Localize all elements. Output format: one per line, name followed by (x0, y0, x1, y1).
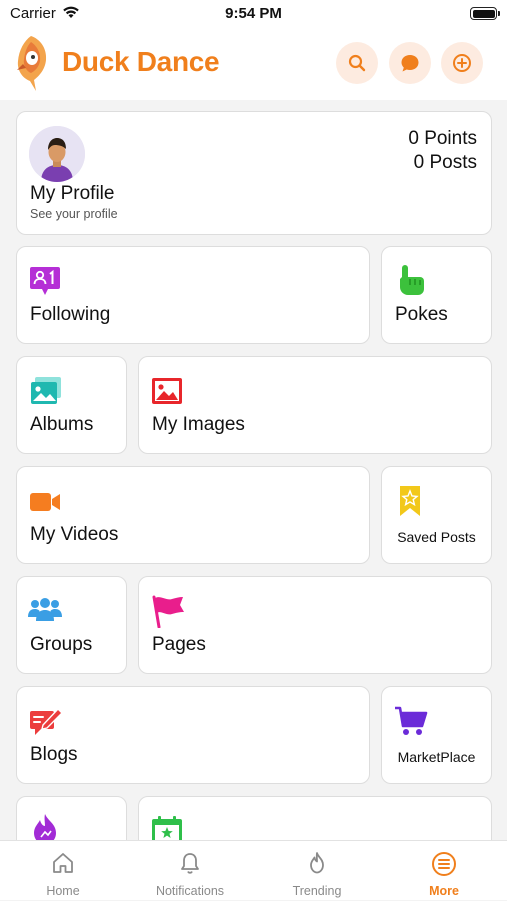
video-camera-icon (30, 493, 60, 511)
bell-icon (181, 853, 199, 874)
flame-icon (310, 852, 324, 874)
my-images-label: My Images (152, 414, 245, 435)
profile-subtitle: See your profile (30, 207, 118, 221)
add-circle-icon (453, 54, 471, 72)
menu-marketplace[interactable]: MarketPlace (381, 686, 492, 784)
user-avatar-icon (29, 126, 85, 182)
duck-logo-icon (17, 36, 47, 91)
pokes-label: Pokes (395, 304, 448, 325)
my-videos-label: My Videos (30, 524, 119, 545)
albums-icon (31, 377, 61, 404)
menu-saved-posts[interactable]: Saved Posts (381, 466, 492, 564)
menu-pokes[interactable]: Pokes (381, 246, 492, 344)
home-icon (53, 853, 73, 873)
create-post-button[interactable] (441, 42, 483, 84)
profile-card[interactable]: My Profile See your profile 0 Points 0 P… (16, 111, 492, 235)
following-label: Following (30, 304, 111, 325)
app-header: Duck Dance (0, 30, 507, 100)
bottom-tab-bar: Home Notifications Trending More (0, 840, 507, 900)
menu-my-images[interactable]: My Images (138, 356, 492, 454)
groups-label: Groups (30, 634, 93, 655)
more-menu-content: My Profile See your profile 0 Points 0 P… (0, 100, 507, 840)
menu-groups[interactable]: Groups (16, 576, 127, 674)
calendar-icon (152, 816, 182, 840)
pages-label: Pages (152, 634, 206, 655)
status-bar: Carrier 9:54 PM (0, 0, 507, 30)
tab-notifications-label: Notifications (155, 884, 225, 898)
poke-hand-icon (400, 265, 424, 295)
saved-posts-label: Saved Posts (397, 529, 476, 545)
albums-label: Albums (30, 414, 94, 435)
menu-events-item[interactable] (138, 796, 492, 840)
battery-icon (470, 7, 500, 20)
tab-trending-label: Trending (292, 884, 342, 898)
app-title: Duck Dance (62, 46, 220, 77)
chat-bubble-icon (401, 55, 419, 72)
points-count: 0 Points (408, 128, 477, 149)
search-icon (348, 54, 366, 72)
menu-icon (432, 852, 456, 876)
menu-pages[interactable]: Pages (138, 576, 492, 674)
menu-blogs[interactable]: Blogs (16, 686, 370, 784)
status-time: 9:54 PM (225, 5, 282, 22)
tab-home[interactable]: Home (0, 841, 126, 901)
blog-edit-icon (30, 707, 63, 735)
tab-more-label: More (429, 884, 459, 898)
groups-icon (28, 598, 62, 621)
marketplace-label: MarketPlace (397, 749, 476, 765)
menu-albums[interactable]: Albums (16, 356, 127, 454)
bookmark-icon (400, 486, 420, 516)
messages-button[interactable] (389, 42, 431, 84)
blogs-label: Blogs (30, 744, 78, 765)
flame-icon (34, 814, 56, 840)
tab-more[interactable]: More (381, 841, 507, 901)
posts-count: 0 Posts (413, 152, 477, 173)
flag-icon (152, 595, 184, 628)
tab-home-label: Home (46, 884, 80, 898)
menu-trending-item[interactable] (16, 796, 127, 840)
menu-my-videos[interactable]: My Videos (16, 466, 370, 564)
menu-following[interactable]: Following (16, 246, 370, 344)
tab-notifications[interactable]: Notifications (127, 841, 253, 901)
profile-title: My Profile (30, 183, 115, 204)
avatar (29, 126, 85, 182)
following-icon (30, 267, 60, 295)
shopping-cart-icon (395, 706, 428, 735)
search-button[interactable] (336, 42, 378, 84)
image-icon (152, 378, 182, 404)
tab-trending[interactable]: Trending (254, 841, 380, 901)
